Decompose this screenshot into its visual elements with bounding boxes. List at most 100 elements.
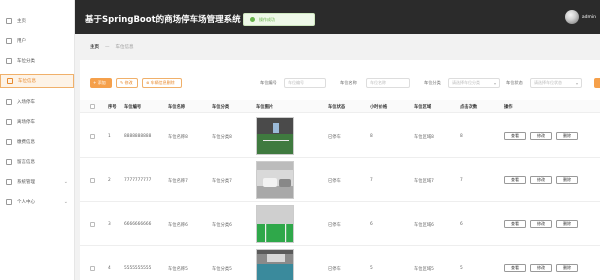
sidebar-item-system[interactable]: 系统管理 ⌄ — [0, 175, 74, 189]
avatar — [564, 10, 579, 24]
view-button[interactable]: 查看 — [504, 220, 526, 228]
parking-category: 车位分类7 — [212, 179, 232, 184]
view-button[interactable]: 查看 — [504, 132, 526, 140]
row-number: 3 — [108, 222, 111, 227]
parking-image — [256, 161, 294, 199]
chevron-down-icon: ⌄ — [63, 179, 68, 185]
parking-status: 已停车 — [328, 135, 341, 140]
username: admin — [581, 14, 596, 20]
parking-category: 车位分类6 — [212, 223, 232, 228]
edit-button[interactable]: ✎ 修改 — [116, 78, 138, 88]
delete-button[interactable]: ⊗ 车辆信息删除 — [142, 78, 182, 88]
column-header: 车位名称 — [168, 105, 186, 110]
column-header: 车位区域 — [414, 105, 432, 110]
column-header: 车位编号 — [124, 105, 142, 110]
sidebar-item-label: 主页 — [17, 19, 26, 24]
sidebar-item-messages[interactable]: 留言信息 — [0, 155, 74, 169]
table-header: 序号 车位编号 车位名称 车位分类 车位图片 车位状态 小时价格 车位区域 点击… — [80, 100, 600, 113]
edit-row-button[interactable]: 修改 — [530, 132, 552, 140]
category-select[interactable]: 请选择车位分类 — [448, 78, 500, 88]
chevron-down-icon: ⌄ — [63, 199, 68, 205]
row-checkbox[interactable] — [90, 134, 95, 139]
parking-code: 7777777777 — [124, 178, 152, 183]
parking-status: 已停车 — [328, 179, 341, 184]
parking-area: 车位区域8 — [414, 135, 434, 140]
edit-row-button[interactable]: 修改 — [530, 264, 552, 272]
status-select[interactable]: 请选择车位状态 — [530, 78, 582, 88]
sidebar-item-parking-info[interactable]: 车位信息 — [0, 74, 74, 88]
row-checkbox[interactable] — [90, 266, 95, 271]
sidebar-item-label: 离场停车 — [17, 120, 35, 125]
sidebar-item-label: 车位信息 — [18, 79, 36, 84]
sidebar-item-profile[interactable]: 个人中心 ⌄ — [0, 195, 74, 209]
user-icon — [6, 38, 12, 44]
payment-icon — [6, 139, 12, 145]
table-row: 4 5555555555 车位名称5 车位分类5 已停车 5 车位区域5 5 查… — [80, 246, 600, 280]
category-icon — [6, 58, 12, 64]
breadcrumb-home[interactable]: 主页 — [90, 44, 99, 50]
search-button[interactable] — [594, 78, 600, 88]
sidebar-item-label: 用户 — [17, 39, 26, 44]
main-panel: + 添加 ✎ 修改 ⊗ 车辆信息删除 车位编号 车位编号 车位名称 车位名称 车… — [80, 60, 600, 280]
sidebar-item-users[interactable]: 用户 — [0, 34, 74, 48]
parking-image — [256, 117, 294, 155]
header: 基于SpringBoot的商场停车场管理系统 操作成功 admin — [75, 0, 600, 34]
success-toast: 操作成功 — [243, 13, 315, 26]
parking-category: 车位分类8 — [212, 135, 232, 140]
delete-row-button[interactable]: 删除 — [556, 220, 578, 228]
sidebar-item-car-in[interactable]: 入场停车 — [0, 95, 74, 109]
click-count: 6 — [460, 222, 463, 227]
row-checkbox[interactable] — [90, 222, 95, 227]
click-count: 7 — [460, 178, 463, 183]
sidebar-item-parking-category[interactable]: 车位分类 — [0, 54, 74, 68]
table-row: 3 6666666666 车位名称6 车位分类6 已停车 6 车位区域6 6 查… — [80, 202, 600, 246]
select-all-checkbox[interactable] — [90, 104, 95, 109]
parking-category: 车位分类5 — [212, 267, 232, 272]
sidebar-item-car-out[interactable]: 离场停车 — [0, 115, 74, 129]
view-button[interactable]: 查看 — [504, 264, 526, 272]
user-menu[interactable]: admin — [564, 10, 596, 24]
profile-icon — [6, 199, 12, 205]
column-header: 车位图片 — [256, 105, 274, 110]
delete-row-button[interactable]: 删除 — [556, 176, 578, 184]
parking-name: 车位名称6 — [168, 223, 188, 228]
table-row: 2 7777777777 车位名称7 车位分类7 已停车 7 车位区域7 7 查… — [80, 158, 600, 202]
breadcrumb-current: 车位信息 — [115, 45, 134, 50]
edit-row-button[interactable]: 修改 — [530, 220, 552, 228]
parking-name: 车位名称8 — [168, 135, 188, 140]
row-number: 4 — [108, 266, 111, 271]
parking-code: 5555555555 — [124, 266, 152, 271]
filter-label-status: 车位状态 — [506, 80, 523, 85]
column-header: 车位状态 — [328, 105, 346, 110]
delete-row-button[interactable]: 删除 — [556, 264, 578, 272]
column-header: 小时价格 — [370, 105, 388, 110]
message-icon — [6, 159, 12, 165]
code-input[interactable]: 车位编号 — [284, 78, 326, 88]
view-button[interactable]: 查看 — [504, 176, 526, 184]
sidebar-item-home[interactable]: 主页 — [0, 14, 74, 28]
name-input[interactable]: 车位名称 — [366, 78, 410, 88]
car-out-icon — [6, 119, 12, 125]
sidebar-item-payment[interactable]: 缴费信息 — [0, 135, 74, 149]
table-row: 1 8888888888 车位名称8 车位分类8 已停车 8 车位区域8 8 查… — [80, 114, 600, 158]
row-checkbox[interactable] — [90, 178, 95, 183]
column-header: 操作 — [504, 105, 513, 110]
home-icon — [6, 18, 12, 24]
sidebar: 主页 用户 车位分类 车位信息 入场停车 离场停车 缴费信息 留言信息 系统管理… — [0, 0, 75, 280]
breadcrumb: 主页 — 车位信息 — [80, 40, 600, 54]
add-button[interactable]: + 添加 — [90, 78, 112, 88]
parking-code: 6666666666 — [124, 222, 152, 227]
row-number: 2 — [108, 178, 111, 183]
page-title: 基于SpringBoot的商场停车场管理系统 — [85, 15, 241, 25]
filter-label-code: 车位编号 — [260, 80, 277, 85]
filter-label-category: 车位分类 — [424, 80, 441, 85]
car-in-icon — [6, 99, 12, 105]
parking-code: 8888888888 — [124, 134, 152, 139]
hourly-price: 8 — [370, 134, 373, 139]
delete-row-button[interactable]: 删除 — [556, 132, 578, 140]
edit-row-button[interactable]: 修改 — [530, 176, 552, 184]
column-header: 序号 — [108, 105, 117, 110]
hourly-price: 5 — [370, 266, 373, 271]
click-count: 8 — [460, 134, 463, 139]
sidebar-item-label: 缴费信息 — [17, 140, 35, 145]
